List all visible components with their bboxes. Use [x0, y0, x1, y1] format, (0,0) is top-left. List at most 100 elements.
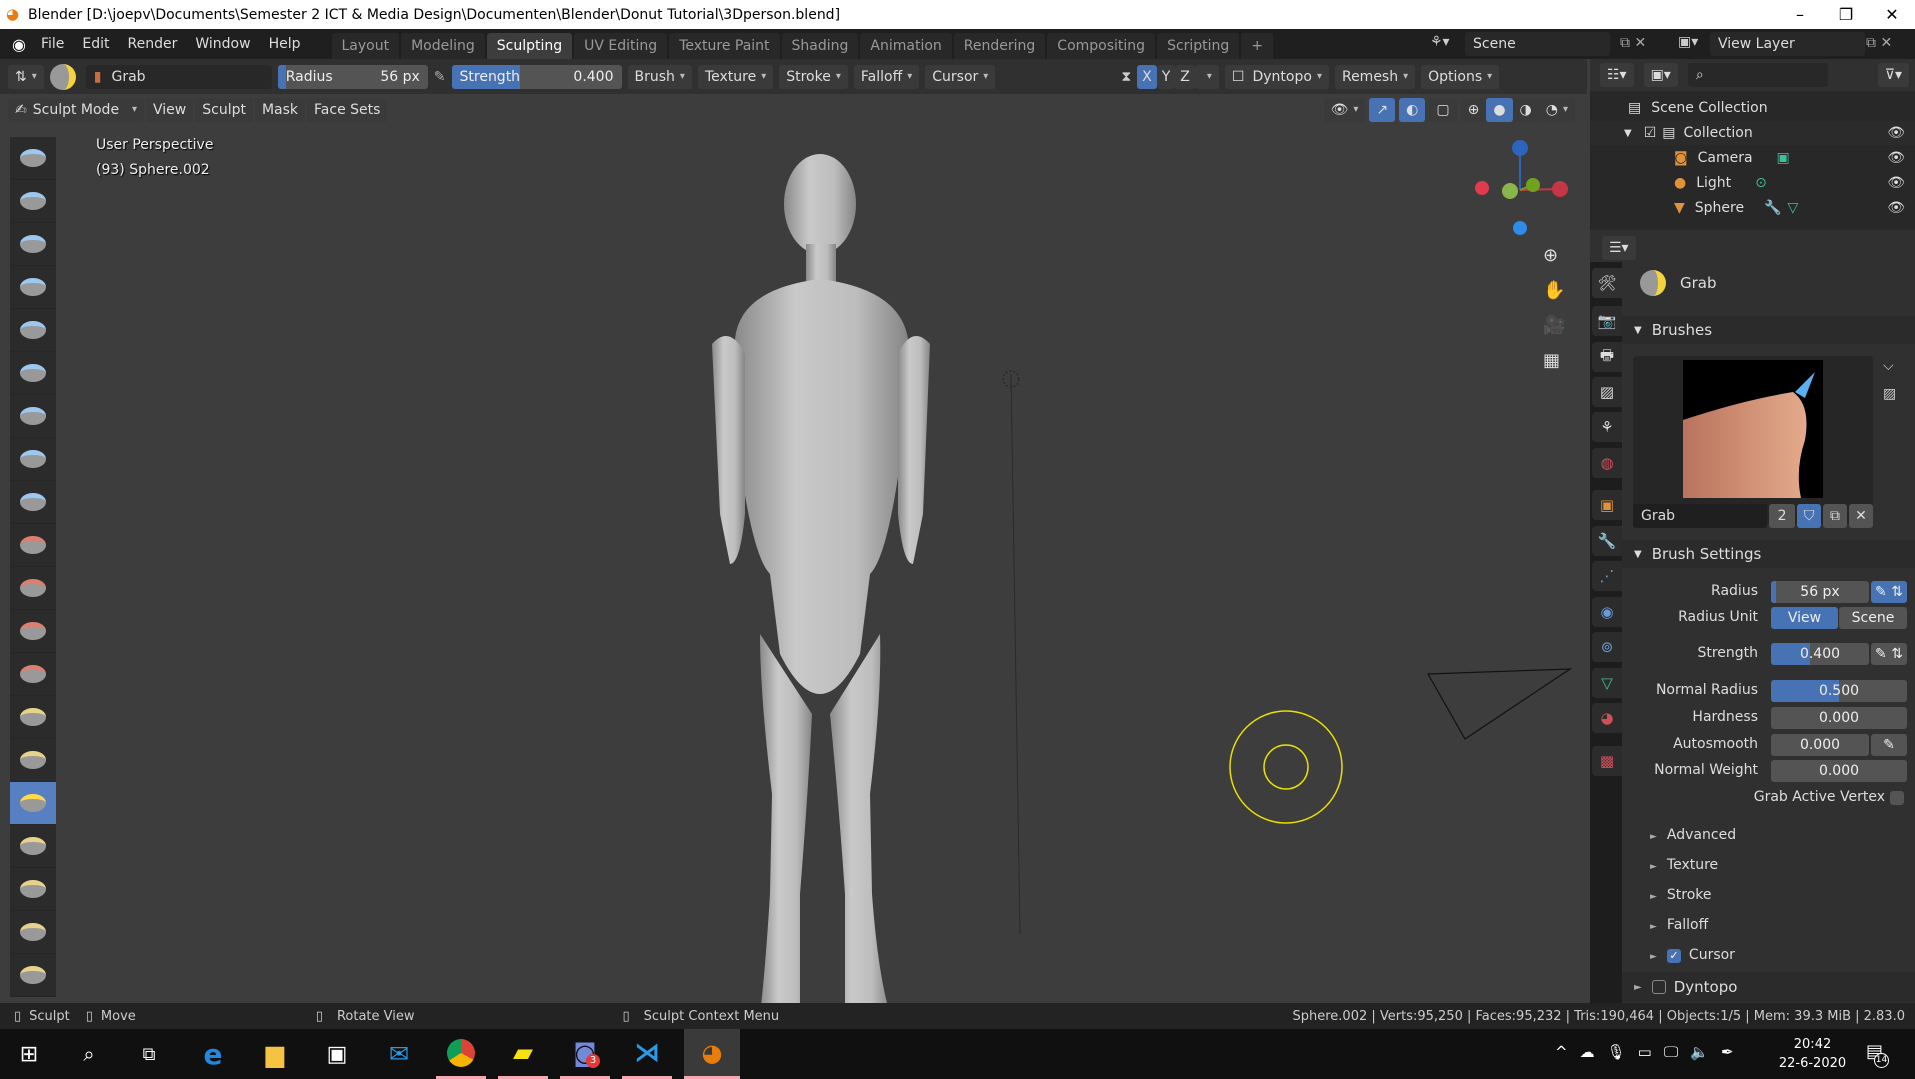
sculpt-tool-button[interactable] — [10, 352, 56, 395]
sculpt-tool-button[interactable] — [10, 954, 56, 997]
menu-mask[interactable]: Mask — [254, 97, 306, 122]
remesh-menu[interactable]: Remesh ▾ — [1334, 64, 1416, 89]
sculpt-tool-button[interactable] — [10, 696, 56, 739]
stroke-menu[interactable]: Stroke ▾ — [779, 64, 848, 89]
volume-icon[interactable]: 🔈 — [1690, 1043, 1709, 1061]
subpanel-texture[interactable]: ► Texture — [1650, 857, 1718, 873]
tab-view-layer-icon[interactable]: ▨ — [1592, 377, 1622, 407]
view-layer-icon[interactable]: ▣▾ — [1678, 34, 1698, 50]
edge-icon[interactable]: e — [188, 1029, 238, 1079]
pan-hand-icon[interactable]: ✋ — [1543, 280, 1565, 301]
normal-weight-field[interactable]: 0.000 — [1771, 760, 1907, 782]
mail-icon[interactable]: ✉ — [374, 1029, 424, 1079]
clock[interactable]: 20:42 22-6-2020 — [1775, 1035, 1850, 1073]
store-icon[interactable]: ▣ — [312, 1029, 362, 1079]
strength-field[interactable]: 0.400 — [1771, 643, 1869, 665]
brush-selector[interactable]: ▮ Grab — [85, 64, 272, 89]
cursor-menu[interactable]: Cursor ▾ — [925, 64, 996, 89]
vscode-icon[interactable]: ⋊ — [622, 1029, 672, 1079]
material-shading-icon[interactable]: ◑ — [1512, 97, 1539, 122]
radius-field[interactable]: 56 px — [1771, 581, 1869, 603]
filter-icon[interactable]: ⊽▾ — [1877, 63, 1909, 87]
tab-render-icon[interactable]: 📷 — [1592, 306, 1622, 336]
windows-start-icon[interactable]: ⊞ — [4, 1029, 54, 1079]
brush-settings-panel-header[interactable]: ▼ Brush Settings — [1622, 540, 1915, 568]
onedrive-icon[interactable]: ☁ — [1580, 1043, 1595, 1061]
sculpt-tool-button[interactable] — [10, 739, 56, 782]
pressure-toggle-icon[interactable]: ✎ ⇅ — [1871, 581, 1907, 603]
menu-view[interactable]: View — [146, 97, 194, 122]
display-mode-icon[interactable]: ☷▾ — [1600, 63, 1634, 87]
sculpt-tool-button[interactable] — [10, 180, 56, 223]
normal-radius-field[interactable]: 0.500 — [1771, 680, 1907, 702]
symmetry-dropdown[interactable]: ▾ — [1194, 64, 1219, 89]
blender-taskbar-icon[interactable]: ◕ — [684, 1029, 740, 1079]
subpanel-advanced[interactable]: ► Advanced — [1650, 827, 1736, 843]
pressure-toggle-icon[interactable]: ✎ ⇅ — [1871, 643, 1907, 665]
tool-settings-icon[interactable]: ⇅ ▾ — [8, 64, 44, 89]
sculpt-tool-button[interactable] — [10, 825, 56, 868]
duplicate-brush-icon[interactable]: ⧉ — [1823, 504, 1847, 528]
xray-toggle-icon[interactable]: ▢ — [1429, 97, 1457, 122]
menu-window[interactable]: Window — [186, 36, 259, 52]
menu-edit[interactable]: Edit — [73, 36, 118, 52]
task-view-icon[interactable]: ⧉ — [124, 1029, 174, 1079]
tray-chevron-icon[interactable]: ^ — [1555, 1043, 1568, 1061]
sculpt-tool-button[interactable] — [10, 309, 56, 352]
radius-slider[interactable]: Radius 56 px — [277, 64, 428, 89]
visibility-icon[interactable]: 👁 ▾ — [1323, 97, 1366, 122]
3d-viewport[interactable]: User Perspective (93) Sphere.002 ⊕ ✋ 🎥 ▦ — [0, 94, 1587, 1003]
tab-sculpting[interactable]: Sculpting — [486, 33, 573, 59]
symmetry-z-toggle[interactable]: Z — [1175, 64, 1195, 89]
subpanel-cursor[interactable]: ► ✓ Cursor — [1650, 947, 1735, 963]
outliner-item-sphere[interactable]: ▼ Sphere 🔧 ▽ 👁 — [1590, 196, 1915, 220]
scene-selector-icon[interactable]: ⚘▾ — [1430, 34, 1450, 50]
tab-compositing[interactable]: Compositing — [1047, 33, 1156, 59]
autosmooth-field[interactable]: 0.000 — [1771, 734, 1869, 756]
scene-field[interactable]: Scene — [1465, 32, 1610, 56]
new-scene-icon[interactable]: ⧉ ✕ — [1620, 35, 1646, 51]
gizmo-toggle-icon[interactable]: ↗ — [1369, 97, 1396, 122]
sculpt-tool-button[interactable] — [10, 653, 56, 696]
filter-mode-icon[interactable]: ▣▾ — [1643, 63, 1678, 87]
network-icon[interactable]: 🖵 — [1664, 1043, 1678, 1061]
tab-texture-paint[interactable]: Texture Paint — [669, 33, 780, 59]
view-layer-field[interactable]: View Layer — [1710, 32, 1865, 56]
sculpt-tool-button[interactable] — [10, 223, 56, 266]
wireframe-shading-icon[interactable]: ⊕ — [1460, 97, 1487, 122]
eye-icon[interactable]: 👁 — [1887, 200, 1905, 216]
sculpt-tool-button[interactable] — [10, 481, 56, 524]
sculpt-tool-button[interactable] — [10, 137, 56, 180]
notifications-icon[interactable]: ▤ 14 — [1866, 1041, 1889, 1068]
solid-shading-icon[interactable]: ● — [1486, 97, 1513, 122]
sculpt-tool-button[interactable] — [10, 266, 56, 309]
tab-modeling[interactable]: Modeling — [401, 33, 485, 59]
blender-menu-icon[interactable]: ◉ — [12, 35, 26, 54]
mode-selector[interactable]: ✍ Sculpt Mode ▾ — [8, 97, 144, 122]
falloff-menu[interactable]: Falloff ▾ — [853, 64, 920, 89]
eye-icon[interactable]: 👁 — [1887, 125, 1905, 141]
search-icon[interactable]: ⌕ — [64, 1029, 114, 1079]
outliner-item-camera[interactable]: ◙ Camera ▣ 👁 — [1590, 146, 1915, 170]
tab-animation[interactable]: Animation — [860, 33, 952, 59]
brush-list-dropdown-icon[interactable]: ⌵ — [1883, 358, 1894, 374]
radius-pressure-icon[interactable]: ✎ — [434, 69, 446, 85]
minimize-button[interactable]: – — [1777, 0, 1823, 29]
chrome-icon[interactable] — [436, 1029, 486, 1079]
strength-slider[interactable]: Strength 0.400 — [451, 64, 622, 89]
tab-world-icon[interactable]: ◍ — [1592, 448, 1622, 478]
tab-modifier-icon[interactable]: 🔧 — [1592, 526, 1622, 556]
outliner-search-input[interactable]: ⌕ — [1687, 63, 1828, 87]
radius-unit-view[interactable]: View — [1771, 607, 1838, 629]
eye-icon[interactable]: 👁 — [1887, 150, 1905, 166]
dyntopo-menu[interactable]: ☐ Dyntopo ▾ — [1224, 64, 1329, 89]
close-button[interactable]: ✕ — [1869, 0, 1915, 29]
brush-menu[interactable]: Brush ▾ — [627, 64, 692, 89]
sculpt-tool-button[interactable] — [10, 438, 56, 481]
subpanel-stroke[interactable]: ► Stroke — [1650, 887, 1712, 903]
symmetry-y-toggle[interactable]: Y — [1156, 64, 1176, 89]
outliner-item-collection[interactable]: ▼ ☑ ▤ Collection 👁 — [1590, 121, 1915, 145]
file-explorer-icon[interactable]: ▆ — [250, 1029, 300, 1079]
battery-icon[interactable]: ▭ — [1638, 1043, 1652, 1061]
sculpt-tool-button[interactable] — [10, 911, 56, 954]
